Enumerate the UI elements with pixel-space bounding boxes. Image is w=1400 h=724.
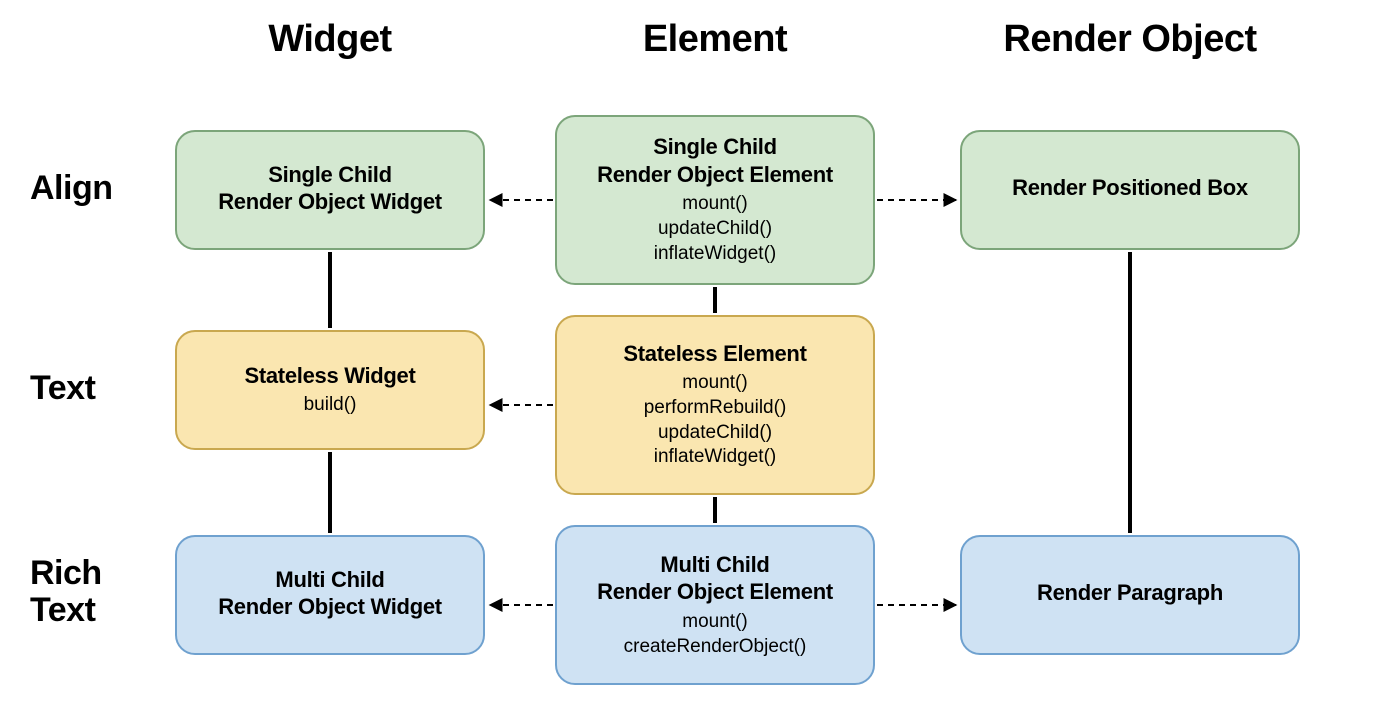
box-rich-element: Multi Child Render Object Element mount(… [555,525,875,685]
box-title: Stateless Widget [244,362,415,390]
box-methods: mount() performRebuild() updateChild() i… [644,371,787,470]
row-label-align: Align [30,170,112,207]
box-rich-render: Render Paragraph [960,535,1300,655]
row-label-richtext: Rich Text [30,555,102,630]
box-align-render: Render Positioned Box [960,130,1300,250]
box-align-element: Single Child Render Object Element mount… [555,115,875,285]
col-header-element: Element [643,18,787,61]
box-text-element: Stateless Element mount() performRebuild… [555,315,875,495]
box-title: Single Child Render Object Element [597,133,833,188]
diagram-stage: Widget Element Render Object Align Text … [0,0,1400,724]
box-title: Stateless Element [623,340,806,368]
box-rich-widget: Multi Child Render Object Widget [175,535,485,655]
box-title: Render Positioned Box [1012,174,1248,202]
box-align-widget: Single Child Render Object Widget [175,130,485,250]
col-header-render: Render Object [1003,18,1256,61]
box-title: Multi Child Render Object Widget [218,566,442,621]
box-methods: mount() createRenderObject() [624,610,807,659]
box-text-widget: Stateless Widget build() [175,330,485,450]
box-title: Multi Child Render Object Element [597,551,833,606]
box-methods: mount() updateChild() inflateWidget() [654,192,777,266]
box-methods: build() [304,393,357,418]
row-label-text: Text [30,370,95,407]
box-title: Render Paragraph [1037,579,1223,607]
col-header-widget: Widget [268,18,391,61]
box-title: Single Child Render Object Widget [218,161,442,216]
